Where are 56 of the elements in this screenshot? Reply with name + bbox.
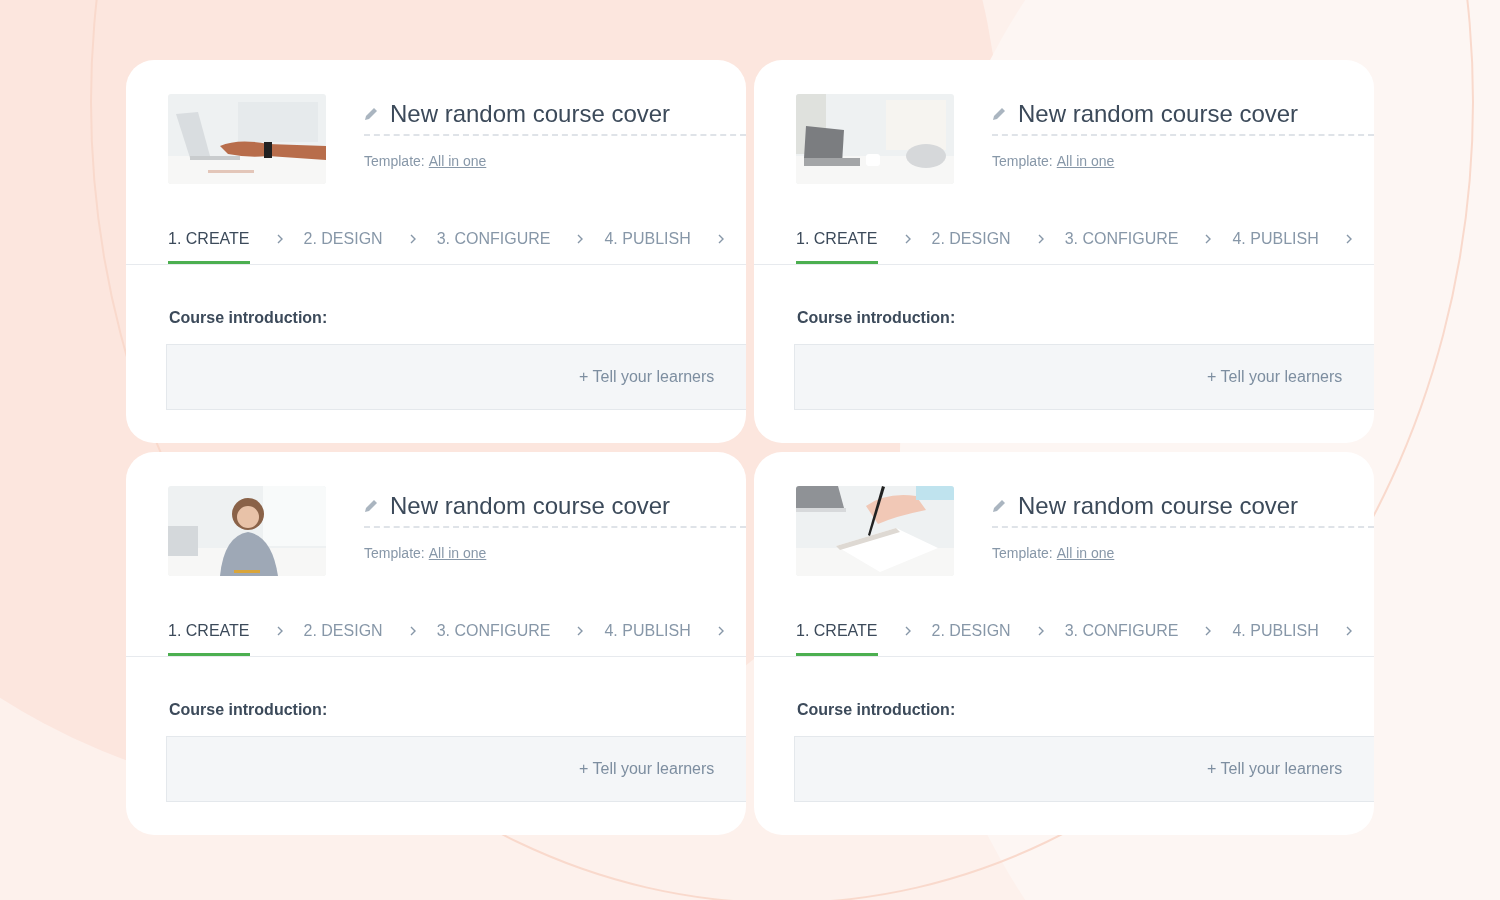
pencil-icon[interactable] bbox=[992, 107, 1006, 121]
template-label: Template: bbox=[364, 153, 425, 169]
course-title[interactable]: New random course cover bbox=[390, 100, 671, 128]
intro-field[interactable]: + Tell your learners bbox=[794, 344, 1374, 410]
chevron-right-icon bbox=[1204, 626, 1213, 636]
template-link[interactable]: All in one bbox=[1056, 153, 1115, 169]
step-tab[interactable]: 2. DESIGN bbox=[303, 606, 383, 656]
intro-field[interactable]: + Tell your learners bbox=[794, 736, 1374, 802]
step-tab[interactable]: 1. CREATE bbox=[168, 606, 250, 656]
course-title[interactable]: New random course cover bbox=[390, 492, 671, 520]
chevron-right-icon bbox=[1036, 626, 1045, 636]
intro-field[interactable]: + Tell your learners bbox=[166, 344, 746, 410]
step-tab[interactable]: 1. CREATE bbox=[168, 214, 250, 264]
intro-label: Course introduction: bbox=[169, 309, 329, 327]
chevron-right-icon bbox=[275, 626, 284, 636]
step-tab[interactable]: 2. DESIGN bbox=[931, 606, 1011, 656]
step-tab[interactable]: 3. CONFIGURE bbox=[436, 606, 551, 656]
template-label: Template: bbox=[364, 545, 425, 561]
template-link[interactable]: All in one bbox=[1056, 545, 1115, 561]
step-tab[interactable]: 4. PUBLISH bbox=[1232, 606, 1319, 656]
chevron-right-icon bbox=[576, 234, 585, 244]
chevron-right-icon bbox=[903, 234, 912, 244]
course-title[interactable]: New random course cover bbox=[1018, 100, 1299, 128]
chevron-right-icon bbox=[1036, 234, 1045, 244]
chevron-right-icon bbox=[408, 626, 417, 636]
step-tab[interactable]: 1. CREATE bbox=[796, 606, 878, 656]
pencil-icon[interactable] bbox=[364, 499, 378, 513]
chevron-right-icon bbox=[1344, 234, 1353, 244]
chevron-right-icon bbox=[576, 626, 585, 636]
pencil-icon[interactable] bbox=[364, 107, 378, 121]
template-label: Template: bbox=[992, 545, 1053, 561]
step-tab[interactable]: 4. PUBLISH bbox=[604, 214, 691, 264]
step-tab[interactable]: 4. PUBLISH bbox=[1232, 214, 1319, 264]
step-tab[interactable]: 2. DESIGN bbox=[303, 214, 383, 264]
step-tab[interactable]: 2. DESIGN bbox=[931, 214, 1011, 264]
chevron-right-icon bbox=[716, 626, 725, 636]
course-title[interactable]: New random course cover bbox=[1018, 492, 1299, 520]
intro-label: Course introduction: bbox=[169, 701, 329, 719]
step-tab[interactable]: 4. PUBLISH bbox=[604, 606, 691, 656]
chevron-right-icon bbox=[1204, 234, 1213, 244]
step-tab[interactable]: 3. CONFIGURE bbox=[1064, 214, 1179, 264]
pencil-icon[interactable] bbox=[992, 499, 1006, 513]
chevron-right-icon bbox=[1344, 626, 1353, 636]
chevron-right-icon bbox=[716, 234, 725, 244]
intro-field[interactable]: + Tell your learners bbox=[166, 736, 746, 802]
step-tab[interactable]: 1. CREATE bbox=[796, 214, 878, 264]
chevron-right-icon bbox=[408, 234, 417, 244]
step-tab[interactable]: 3. CONFIGURE bbox=[436, 214, 551, 264]
chevron-right-icon bbox=[275, 234, 284, 244]
step-tab[interactable]: 3. CONFIGURE bbox=[1064, 606, 1179, 656]
chevron-right-icon bbox=[903, 626, 912, 636]
intro-label: Course introduction: bbox=[797, 309, 957, 327]
template-label: Template: bbox=[992, 153, 1053, 169]
intro-label: Course introduction: bbox=[797, 701, 957, 719]
template-link[interactable]: All in one bbox=[428, 153, 487, 169]
template-link[interactable]: All in one bbox=[428, 545, 487, 561]
